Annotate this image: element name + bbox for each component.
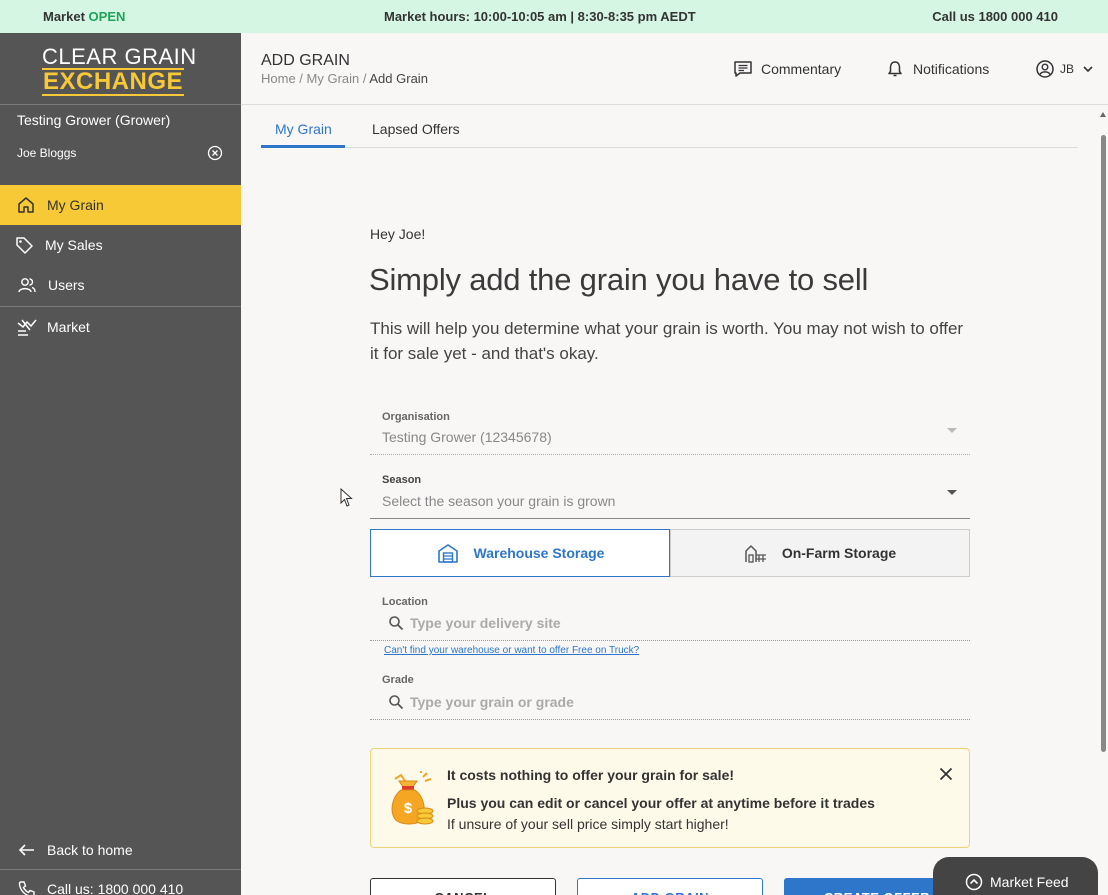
- location-search-field[interactable]: Location Type your delivery site: [370, 590, 970, 641]
- organisation-label: Organisation: [382, 411, 450, 423]
- clear-user-icon[interactable]: [207, 145, 223, 161]
- logo-line2: EXCHANGE: [42, 68, 185, 96]
- market-status-banner: Market OPEN Market hours: 10:00-10:05 am…: [0, 0, 1108, 33]
- user-row: Joe Bloggs: [17, 145, 223, 161]
- user-avatar-icon: [1035, 59, 1055, 79]
- grower-name: Testing Grower (Grower): [17, 112, 171, 128]
- clear-grain-exchange-logo[interactable]: CLEAR GRAIN EXCHANGE: [42, 44, 197, 96]
- breadcrumb-my-grain[interactable]: My Grain: [307, 71, 360, 86]
- market-feed-label: Market Feed: [990, 874, 1069, 890]
- grade-search-field[interactable]: Grade Type your grain or grade: [370, 668, 970, 720]
- close-icon[interactable]: [939, 767, 953, 781]
- cant-find-warehouse-link[interactable]: Can't find your warehouse or want to off…: [384, 645, 639, 656]
- breadcrumb-current: Add Grain: [369, 71, 428, 86]
- user-name: Joe Bloggs: [17, 146, 77, 160]
- logo-line1: CLEAR GRAIN: [42, 44, 197, 69]
- breadcrumb-home[interactable]: Home: [261, 71, 296, 86]
- tab-my-grain[interactable]: My Grain: [275, 121, 332, 137]
- warehouse-icon: [436, 542, 460, 564]
- grade-label: Grade: [382, 674, 414, 686]
- organisation-select[interactable]: Organisation Testing Grower (12345678): [370, 405, 970, 455]
- market-open-status: OPEN: [88, 9, 126, 24]
- breadcrumb-separator: /: [295, 71, 307, 86]
- sidebar-divider: [0, 869, 241, 870]
- search-icon: [388, 615, 404, 631]
- cancel-button[interactable]: CANCEL: [370, 878, 556, 895]
- sidebar-divider: [0, 104, 241, 105]
- back-to-home-link[interactable]: Back to home: [17, 840, 133, 860]
- sidebar-item-label: Market: [47, 319, 90, 335]
- location-placeholder: Type your delivery site: [410, 615, 561, 631]
- scroll-up-arrow-icon[interactable]: [1100, 112, 1106, 117]
- user-menu-button[interactable]: JB: [1035, 59, 1094, 79]
- tag-icon: [14, 235, 34, 255]
- page-title: ADD GRAIN: [261, 52, 350, 69]
- market-label: Market: [43, 9, 85, 24]
- promo-line2: Plus you can edit or cancel your offer a…: [447, 795, 875, 811]
- users-icon: [17, 275, 37, 295]
- tab-lapsed-offers[interactable]: Lapsed Offers: [372, 121, 460, 137]
- bell-icon: [885, 59, 905, 79]
- breadcrumb: Home / My Grain / Add Grain: [261, 71, 428, 86]
- call-us-link[interactable]: Call us: 1800 000 410: [17, 879, 183, 895]
- farm-icon: [744, 542, 768, 564]
- sidebar-item-my-grain[interactable]: My Grain: [0, 185, 241, 225]
- sidebar-item-label: My Grain: [47, 197, 104, 213]
- breadcrumb-separator: /: [359, 71, 370, 86]
- phone-icon: [17, 879, 37, 895]
- grade-placeholder: Type your grain or grade: [410, 694, 574, 710]
- back-to-home-label: Back to home: [47, 842, 133, 858]
- add-grain-button[interactable]: ADD GRAIN: [577, 878, 763, 895]
- page-header: ADD GRAIN Home / My Grain / Add Grain Co…: [241, 33, 1108, 105]
- warehouse-storage-label: Warehouse Storage: [473, 545, 605, 561]
- organisation-value: Testing Grower (12345678): [382, 429, 552, 445]
- sidebar-item-label: My Sales: [45, 237, 103, 253]
- svg-text:$: $: [404, 800, 413, 817]
- caret-down-icon: [947, 428, 957, 433]
- season-label: Season: [382, 474, 422, 486]
- promo-line3: If unsure of your sell price simply star…: [447, 816, 729, 832]
- sidebar: CLEAR GRAIN EXCHANGE Testing Grower (Gro…: [0, 33, 241, 895]
- sidebar-item-market[interactable]: Market: [0, 307, 241, 347]
- market-hours: Market hours: 10:00-10:05 am | 8:30-8:35…: [384, 9, 696, 24]
- home-icon: [16, 195, 36, 215]
- call-us-banner[interactable]: Call us 1800 000 410: [932, 9, 1058, 24]
- market-status: Market OPEN: [43, 9, 125, 24]
- market-feed-button[interactable]: Market Feed: [933, 857, 1098, 895]
- sidebar-item-label: Users: [48, 277, 85, 293]
- notifications-label: Notifications: [913, 61, 990, 77]
- page-subtext: This will help you determine what your g…: [370, 319, 964, 363]
- notifications-button[interactable]: Notifications: [885, 59, 989, 79]
- sidebar-item-my-sales[interactable]: My Sales: [0, 225, 241, 265]
- market-icon: [16, 317, 37, 337]
- page-scrollbar[interactable]: [1098, 105, 1108, 895]
- active-tab-indicator: [261, 145, 345, 148]
- arrow-left-icon: [17, 840, 37, 860]
- promo-line1: It costs nothing to offer your grain for…: [447, 767, 735, 783]
- free-offer-info-banner: $ It costs nothing to offer your grain f…: [370, 748, 970, 848]
- call-us-label: Call us: 1800 000 410: [47, 881, 184, 895]
- storage-type-toggle: Warehouse Storage On-Farm Storage: [370, 529, 970, 577]
- on-farm-storage-label: On-Farm Storage: [781, 545, 897, 561]
- user-initials: JB: [1060, 62, 1075, 76]
- caret-down-icon: [947, 490, 957, 495]
- scrollbar-thumb[interactable]: [1101, 135, 1106, 752]
- location-label: Location: [382, 596, 428, 608]
- mouse-cursor-icon: [340, 488, 354, 508]
- commentary-label: Commentary: [761, 61, 842, 77]
- chevron-down-icon: [1082, 65, 1094, 73]
- money-bag-icon: $: [387, 771, 435, 827]
- commentary-button[interactable]: Commentary: [733, 59, 841, 79]
- search-icon: [388, 694, 404, 710]
- chevron-up-circle-icon: [965, 873, 983, 891]
- season-select[interactable]: Season Select the season your grain is g…: [370, 468, 970, 519]
- commentary-icon: [733, 59, 753, 79]
- warehouse-storage-option[interactable]: Warehouse Storage: [370, 529, 670, 577]
- page-headline: Simply add the grain you have to sell: [369, 262, 869, 297]
- sidebar-item-users[interactable]: Users: [0, 265, 241, 305]
- greeting: Hey Joe!: [370, 226, 426, 242]
- on-farm-storage-option[interactable]: On-Farm Storage: [670, 529, 970, 577]
- tab-bar: My Grain Lapsed Offers: [261, 105, 1078, 148]
- season-placeholder: Select the season your grain is grown: [382, 493, 616, 509]
